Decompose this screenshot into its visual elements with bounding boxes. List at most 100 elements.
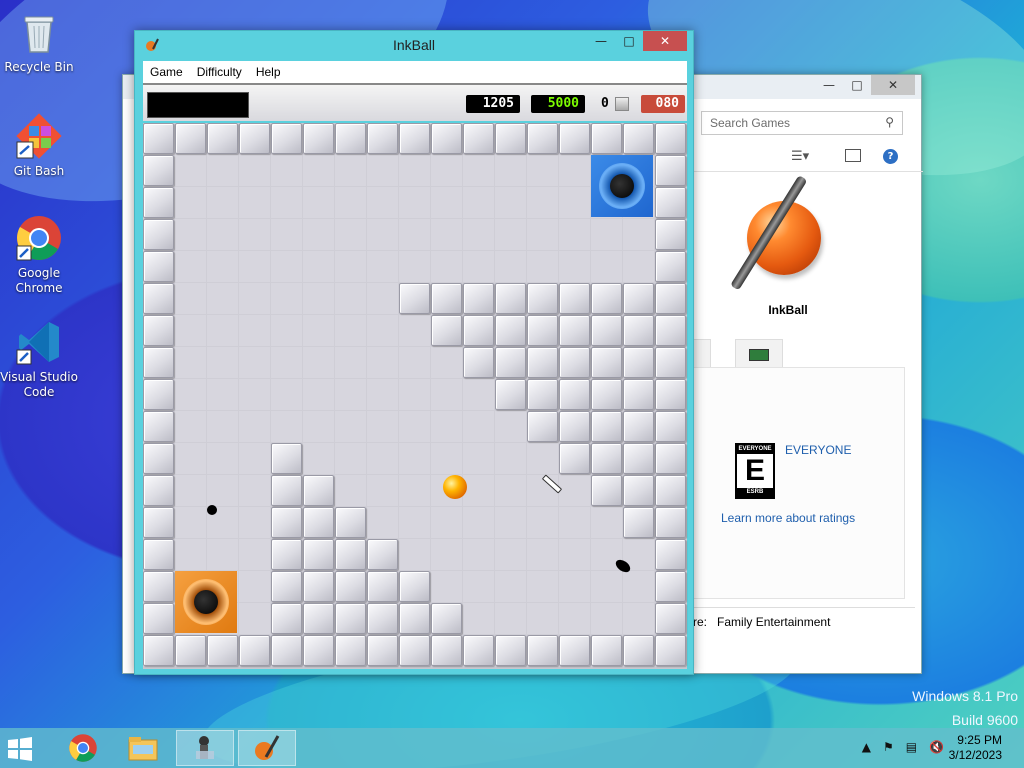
floor-tile: [559, 187, 591, 219]
search-icon[interactable]: ⚲: [885, 115, 894, 129]
taskbar-clock[interactable]: 9:25 PM 3/12/2023: [949, 733, 1002, 763]
desktop-icon-chrome[interactable]: Google Chrome: [0, 214, 78, 296]
learn-more-ratings-link[interactable]: Learn more about ratings: [721, 511, 855, 525]
wall-block: [367, 571, 398, 602]
floor-tile: [239, 379, 271, 411]
floor-tile: [303, 219, 335, 251]
view-options-icon[interactable]: ☰▾: [791, 149, 809, 164]
wall-block: [655, 187, 686, 218]
chrome-icon: [15, 214, 63, 262]
floor-tile: [367, 507, 399, 539]
wall-block: [591, 123, 622, 154]
floor-tile: [239, 539, 271, 571]
taskbar-file-explorer[interactable]: [114, 730, 172, 766]
volume-muted-icon[interactable]: 🔇: [929, 740, 944, 754]
close-button[interactable]: ✕: [643, 31, 687, 51]
floor-tile: [431, 347, 463, 379]
tab-performance[interactable]: [735, 339, 783, 369]
inkball-titlebar[interactable]: InkBall — □ ✕: [135, 31, 693, 61]
chrome-icon: [69, 734, 97, 762]
floor-tile: [399, 475, 431, 507]
floor-tile: [367, 347, 399, 379]
wall-block: [335, 507, 366, 538]
floor-tile: [335, 155, 367, 187]
wall-block: [655, 603, 686, 634]
menu-difficulty[interactable]: Difficulty: [190, 65, 249, 79]
floor-tile: [527, 155, 559, 187]
floor-tile: [207, 187, 239, 219]
inkball-window[interactable]: InkBall — □ ✕ Game Difficulty Help 1205 …: [134, 30, 694, 675]
score-bar: 1205 5000 0 080: [143, 83, 687, 121]
floor-tile: [527, 571, 559, 603]
floor-tile: [239, 187, 271, 219]
wall-block: [527, 411, 558, 442]
wall-block: [335, 571, 366, 602]
close-button[interactable]: ✕: [871, 75, 915, 95]
desktop-icon-vscode[interactable]: Visual Studio Code: [0, 318, 78, 400]
floor-tile: [431, 411, 463, 443]
wall-block: [655, 155, 686, 186]
floor-tile: [303, 347, 335, 379]
wall-block: [559, 347, 590, 378]
floor-tile: [367, 219, 399, 251]
wall-block: [623, 315, 654, 346]
floor-tile: [399, 187, 431, 219]
show-hidden-icons-icon[interactable]: ▲: [862, 740, 871, 754]
floor-tile: [271, 251, 303, 283]
wall-block: [143, 411, 174, 442]
floor-tile: [335, 347, 367, 379]
taskbar-games[interactable]: [176, 730, 234, 766]
wall-block: [591, 347, 622, 378]
action-center-flag-icon[interactable]: ⚑: [883, 740, 894, 754]
game-title: InkBall: [768, 303, 808, 317]
help-icon[interactable]: ?: [883, 149, 898, 164]
floor-tile: [207, 155, 239, 187]
wall-block: [367, 123, 398, 154]
maximize-button[interactable]: □: [615, 31, 643, 51]
taskbar-inkball[interactable]: [238, 730, 296, 766]
floor-tile: [527, 603, 559, 635]
menu-game[interactable]: Game: [143, 65, 190, 79]
floor-tile: [431, 155, 463, 187]
wall-block: [591, 443, 622, 474]
floor-tile: [207, 219, 239, 251]
floor-tile: [335, 187, 367, 219]
floor-tile: [623, 219, 655, 251]
wall-block: [623, 283, 654, 314]
floor-tile: [175, 475, 207, 507]
maximize-button[interactable]: □: [843, 75, 871, 95]
floor-tile: [559, 219, 591, 251]
minimize-button[interactable]: —: [587, 31, 615, 51]
rating-name-link[interactable]: EVERYONE: [785, 443, 851, 457]
floor-tile: [367, 379, 399, 411]
wall-block: [367, 635, 398, 666]
wall-block: [623, 411, 654, 442]
tab-rating[interactable]: [693, 339, 711, 369]
floor-tile: [239, 347, 271, 379]
floor-tile: [559, 155, 591, 187]
game-board[interactable]: [143, 123, 687, 669]
wall-block: [303, 603, 334, 634]
search-games-input[interactable]: Search Games ⚲: [701, 111, 903, 135]
wall-block: [335, 635, 366, 666]
floor-tile: [431, 443, 463, 475]
floor-tile: [239, 283, 271, 315]
floor-tile: [559, 475, 591, 507]
file-explorer-icon: [128, 737, 158, 761]
wall-block: [271, 475, 302, 506]
floor-tile: [559, 539, 591, 571]
network-icon[interactable]: ▤: [906, 740, 917, 754]
floor-tile: [559, 507, 591, 539]
preview-pane-icon[interactable]: [845, 149, 861, 162]
score-counter: 1205: [466, 95, 520, 113]
taskbar-chrome[interactable]: [54, 730, 112, 766]
floor-tile: [623, 251, 655, 283]
floor-tile: [399, 379, 431, 411]
wall-block: [463, 283, 494, 314]
minimize-button[interactable]: —: [815, 75, 843, 95]
desktop-icon-git-bash[interactable]: Git Bash: [0, 112, 78, 179]
desktop-icon-recycle-bin[interactable]: Recycle Bin: [0, 8, 78, 75]
hole-core: [610, 174, 634, 198]
menu-help[interactable]: Help: [249, 65, 288, 79]
start-button[interactable]: [6, 736, 42, 762]
